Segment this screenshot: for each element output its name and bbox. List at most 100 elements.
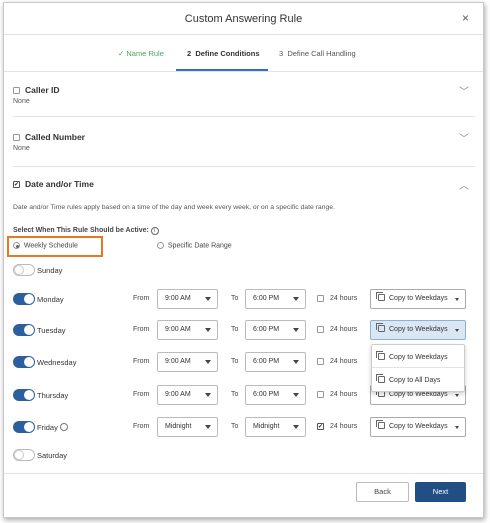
caller-id-title: Caller ID bbox=[25, 85, 60, 95]
chevron-down-icon bbox=[455, 426, 459, 429]
back-button[interactable]: Back bbox=[356, 482, 409, 502]
friday-24h-checkbox[interactable] bbox=[317, 423, 324, 430]
select-active-label-text: Select When This Rule Should be Active: bbox=[13, 227, 149, 234]
from-label: From bbox=[133, 295, 150, 302]
monday-copy-dropdown[interactable]: Copy to Weekdays bbox=[370, 289, 466, 309]
saturday-toggle[interactable] bbox=[13, 449, 35, 461]
copy-icon bbox=[376, 374, 385, 383]
step-define-conditions[interactable]: 2 Define Conditions bbox=[187, 49, 260, 58]
friday-from-select[interactable]: Midnight bbox=[157, 417, 218, 437]
to-label: To bbox=[231, 295, 239, 302]
tuesday-toggle[interactable] bbox=[13, 324, 35, 336]
caller-id-value: None bbox=[13, 98, 30, 105]
select-value: 6:00 PM bbox=[253, 326, 280, 333]
thursday-to-select[interactable]: 6:00 PM bbox=[245, 385, 306, 405]
select-value: 6:00 PM bbox=[253, 295, 280, 302]
day-label: Thursday bbox=[37, 391, 69, 400]
to-label: To bbox=[231, 326, 239, 333]
tuesday-copy-dropdown[interactable]: Copy to Weekdays bbox=[370, 320, 466, 340]
chevron-down-icon bbox=[455, 394, 459, 397]
24-hours-label: 24 hours bbox=[330, 358, 358, 365]
wednesday-toggle[interactable] bbox=[13, 356, 35, 368]
monday-24h-checkbox[interactable] bbox=[317, 295, 324, 302]
friday-toggle[interactable] bbox=[13, 421, 35, 433]
toggle-knob bbox=[14, 450, 24, 460]
close-icon[interactable]: × bbox=[462, 11, 469, 25]
clock-icon bbox=[59, 423, 68, 431]
select-value: 9:00 AM bbox=[165, 295, 191, 302]
thursday-toggle[interactable] bbox=[13, 389, 35, 401]
copy-icon bbox=[376, 292, 385, 301]
thursday-24h-checkbox[interactable] bbox=[317, 391, 324, 398]
radio-selected bbox=[13, 242, 20, 249]
monday-to-select[interactable]: 6:00 PM bbox=[245, 289, 306, 309]
wednesday-from-select[interactable]: 9:00 AM bbox=[157, 352, 218, 372]
wednesday-to-select[interactable]: 6:00 PM bbox=[245, 352, 306, 372]
date-time-checkbox[interactable] bbox=[13, 181, 20, 188]
chevron-up-icon[interactable]: ︿ bbox=[459, 177, 469, 192]
chevron-down-icon bbox=[205, 425, 211, 429]
copy-dropdown-menu: Copy to Weekdays Copy to All Days bbox=[371, 344, 465, 392]
day-label: Monday bbox=[37, 295, 64, 304]
step-name-rule[interactable]: ✓ Name Rule bbox=[118, 49, 164, 58]
chevron-down-icon bbox=[205, 393, 211, 397]
chevron-down-icon bbox=[205, 328, 211, 332]
select-active-label: Select When This Rule Should be Active: … bbox=[13, 227, 159, 235]
dialog-title: Custom Answering Rule bbox=[184, 13, 303, 25]
to-label: To bbox=[231, 423, 239, 430]
weekly-schedule-radio[interactable]: Weekly Schedule bbox=[13, 242, 78, 249]
day-label: Friday bbox=[37, 423, 68, 432]
select-value: Midnight bbox=[165, 423, 192, 430]
divider bbox=[4, 34, 483, 35]
copy-icon bbox=[376, 351, 385, 360]
copy-label: Copy to Weekdays bbox=[389, 326, 448, 333]
24-hours-label: 24 hours bbox=[330, 391, 358, 398]
chevron-down-icon[interactable]: ﹀ bbox=[459, 83, 469, 98]
next-button[interactable]: Next bbox=[415, 482, 466, 502]
specific-date-range-radio[interactable]: Specific Date Range bbox=[157, 242, 232, 249]
select-value: Midnight bbox=[253, 423, 280, 430]
copy-label: Copy to Weekdays bbox=[389, 295, 448, 302]
menu-item-copy-weekdays[interactable]: Copy to Weekdays bbox=[376, 351, 448, 361]
divider bbox=[13, 116, 475, 117]
called-number-title: Called Number bbox=[25, 132, 85, 142]
day-label: Tuesday bbox=[37, 326, 66, 335]
toggle-knob bbox=[24, 325, 34, 335]
chevron-down-icon bbox=[455, 329, 459, 332]
thursday-from-select[interactable]: 9:00 AM bbox=[157, 385, 218, 405]
custom-answering-rule-dialog: Custom Answering Rule × ✓ Name Rule 2 De… bbox=[3, 2, 484, 518]
friday-to-select[interactable]: Midnight bbox=[245, 417, 306, 437]
copy-label: Copy to Weekdays bbox=[389, 391, 448, 398]
to-label: To bbox=[231, 358, 239, 365]
monday-toggle[interactable] bbox=[13, 293, 35, 305]
step-label: Define Call Handling bbox=[287, 49, 356, 58]
tuesday-24h-checkbox[interactable] bbox=[317, 326, 324, 333]
from-label: From bbox=[133, 423, 150, 430]
called-number-checkbox[interactable] bbox=[13, 134, 20, 141]
caller-id-checkbox[interactable] bbox=[13, 87, 20, 94]
tuesday-to-select[interactable]: 6:00 PM bbox=[245, 320, 306, 340]
toggle-knob bbox=[24, 422, 34, 432]
chevron-down-icon bbox=[455, 298, 459, 301]
date-time-title: Date and/or Time bbox=[25, 179, 94, 189]
select-value: 9:00 AM bbox=[165, 326, 191, 333]
friday-copy-dropdown[interactable]: Copy to Weekdays bbox=[370, 417, 466, 437]
toggle-knob bbox=[24, 357, 34, 367]
step-number: 2 bbox=[187, 49, 192, 58]
select-value: 9:00 AM bbox=[165, 358, 191, 365]
sunday-toggle[interactable] bbox=[13, 264, 35, 276]
tuesday-from-select[interactable]: 9:00 AM bbox=[157, 320, 218, 340]
divider bbox=[4, 71, 483, 72]
to-label: To bbox=[231, 391, 239, 398]
menu-item-label: Copy to All Days bbox=[389, 377, 441, 384]
chevron-down-icon[interactable]: ﹀ bbox=[459, 130, 469, 145]
copy-icon bbox=[376, 323, 385, 332]
day-label: Sunday bbox=[37, 266, 63, 275]
copy-icon bbox=[376, 420, 385, 429]
step-define-call-handling[interactable]: 3 Define Call Handling bbox=[279, 49, 356, 58]
monday-from-select[interactable]: 9:00 AM bbox=[157, 289, 218, 309]
wednesday-24h-checkbox[interactable] bbox=[317, 358, 324, 365]
24-hours-label: 24 hours bbox=[330, 423, 358, 430]
menu-item-copy-all-days[interactable]: Copy to All Days bbox=[376, 374, 441, 384]
menu-item-label: Copy to Weekdays bbox=[389, 354, 448, 361]
